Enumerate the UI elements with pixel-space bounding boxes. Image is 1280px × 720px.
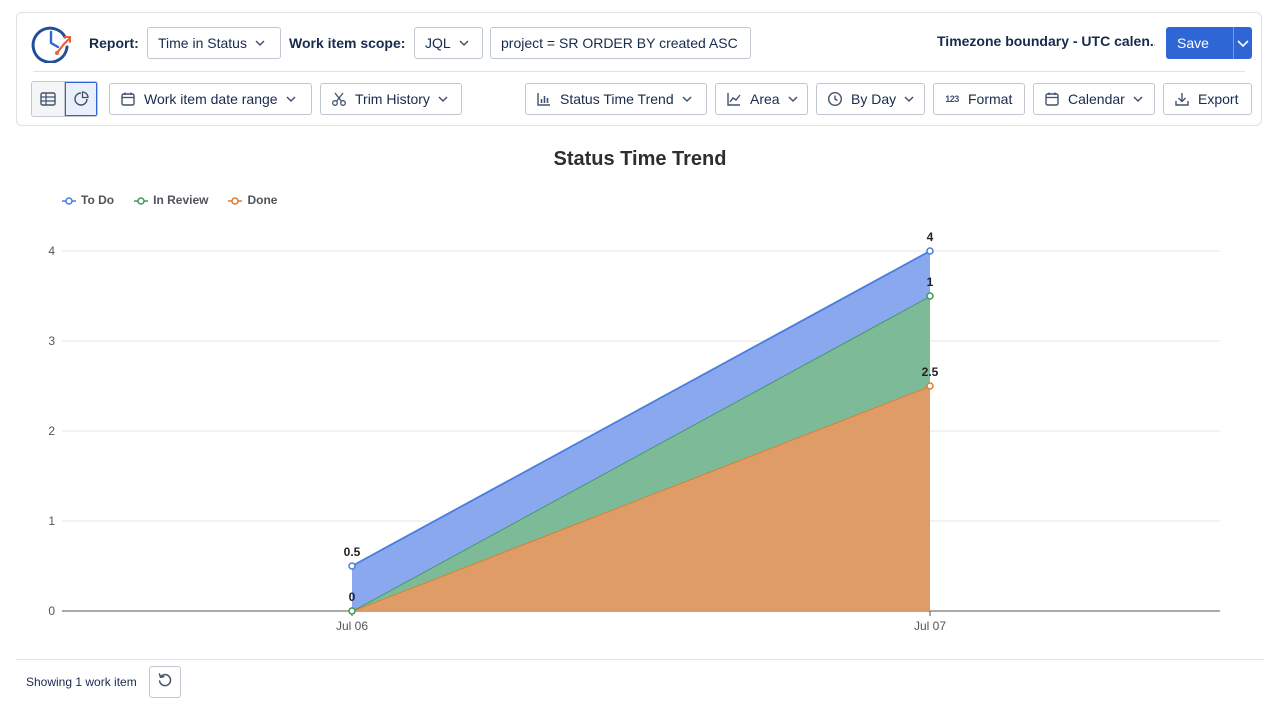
line-done [351,385,931,612]
chart-kind-select[interactable]: Status Time Trend [525,83,707,115]
number-format-icon: 123 [945,94,959,104]
chart-view-icon[interactable] [64,82,97,116]
chart-title: Status Time Trend [553,148,727,170]
timezone-boundary-text: Timezone boundary - UTC calen... [937,33,1155,49]
bar-chart-icon [536,91,552,107]
chevron-down-icon [254,37,266,49]
point-to-do [348,562,356,570]
y-tick-label: 2 [48,424,55,438]
refresh-icon [157,672,173,693]
y-tick-label: 0 [48,604,55,618]
line-in-review [351,295,931,612]
chart-style-label: Area [750,91,780,107]
save-button-label: Save [1177,35,1209,51]
point-to-do [926,247,934,255]
chart-style-select[interactable]: Area [715,83,808,115]
format-label: Format [968,91,1013,107]
y-tick-label: 3 [48,334,55,348]
date-range-label: Work item date range [144,91,278,107]
chevron-down-icon [903,93,915,105]
save-button[interactable]: Save [1166,27,1252,59]
chevron-down-icon [458,37,470,49]
legend-label-in-review: In Review [153,193,209,207]
scope-label: Work item scope: [289,35,406,51]
showing-count-text: Showing 1 work item [26,675,137,689]
refresh-button[interactable] [149,666,181,698]
jql-query-input[interactable]: project = SR ORDER BY created ASC [490,27,751,59]
chevron-down-icon [285,93,297,105]
y-tick-label: 1 [48,514,55,528]
point-done [348,607,356,615]
legend-marker-to-do [62,195,76,205]
x-tick-label: Jul 07 [914,619,946,633]
report-select-value: Time in Status [158,35,247,51]
legend-marker-done [228,195,243,205]
point-in-review [926,292,934,300]
app-logo-icon [31,23,71,64]
legend-label-done: Done [247,193,278,207]
chevron-down-icon [787,93,799,105]
point-in-review [348,607,356,615]
x-tick-label: Jul 06 [336,619,368,633]
report-toolbar-panel: Report: Time in Status Work item scope: … [16,12,1262,126]
legend-item-in-review[interactable]: In Review [134,193,208,207]
report-header-row: Report: Time in Status Work item scope: … [17,13,1261,71]
scope-mode-value: JQL [425,35,451,51]
chevron-down-icon [681,93,693,105]
trim-history-label: Trim History [355,91,430,107]
save-options-chevron-icon[interactable] [1234,36,1252,50]
table-view-icon[interactable] [32,82,65,116]
chart-legend: To Do In Review Done [62,192,297,208]
format-button[interactable]: 123 Format [933,83,1025,115]
report-controls-row: Work item date range Trim History Status… [17,72,1261,127]
line-chart-icon [726,91,742,107]
data-label-in-review: 1 [927,275,934,289]
chevron-down-icon [437,93,449,105]
calendar-label: Calendar [1068,91,1125,107]
grouping-label: By Day [851,91,897,107]
chart-kind-label: Status Time Trend [560,91,674,107]
export-label: Export [1198,91,1239,107]
calendar-icon [1044,91,1060,107]
data-label-to-do: 0.5 [344,545,361,559]
point-done [926,382,934,390]
grouping-select[interactable]: By Day [816,83,925,115]
line-to-do [351,250,931,567]
clock-icon [827,91,843,107]
area-done [352,386,930,611]
report-select[interactable]: Time in Status [147,27,281,59]
legend-label-to-do: To Do [81,193,115,207]
y-tick-label: 4 [48,244,55,258]
legend-item-done[interactable]: Done [228,193,277,207]
scissors-icon [331,91,347,107]
work-item-date-range-button[interactable]: Work item date range [109,83,312,115]
data-label-in-review: 0 [349,590,356,604]
calendar-icon [120,91,136,107]
download-icon [1174,91,1190,107]
area-in-review [352,296,930,611]
legend-marker-in-review [134,195,149,205]
scope-mode-select[interactable]: JQL [414,27,483,59]
data-label-to-do: 4 [927,230,934,244]
chevron-down-icon [1132,93,1144,105]
calendar-button[interactable]: Calendar [1033,83,1155,115]
trim-history-button[interactable]: Trim History [320,83,462,115]
report-label: Report: [89,35,139,51]
data-label-done: 2.5 [922,365,939,379]
jql-query-text: project = SR ORDER BY created ASC [501,35,738,51]
area-to-do [352,251,930,611]
view-toggle [31,81,98,117]
export-button[interactable]: Export [1163,83,1252,115]
legend-item-to-do[interactable]: To Do [62,193,114,207]
